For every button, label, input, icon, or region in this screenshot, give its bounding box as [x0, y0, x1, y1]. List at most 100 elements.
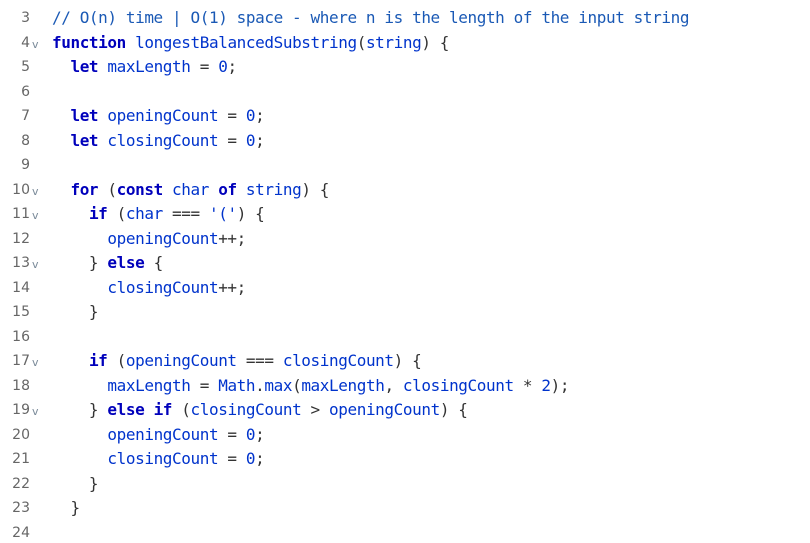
code-text: }: [52, 472, 99, 497]
code-token: =: [218, 106, 246, 125]
code-token: 0: [245, 449, 256, 468]
code-token: .: [255, 375, 265, 395]
code-text: maxLength = Math.max(maxLength, closingC…: [52, 374, 569, 399]
code-line[interactable]: 7 let openingCount = 0;: [0, 104, 810, 129]
line-number: 5: [21, 59, 30, 75]
code-token: closingCount: [107, 449, 219, 468]
code-token: ++;: [218, 277, 246, 297]
code-token: 0: [245, 130, 256, 150]
code-line[interactable]: 10 v for (const char of string) {: [0, 178, 810, 203]
code-line[interactable]: 6: [0, 80, 810, 105]
code-token: ;: [255, 449, 265, 468]
code-token: >: [301, 400, 330, 419]
code-token: =: [190, 375, 219, 395]
code-text: closingCount = 0;: [52, 447, 264, 472]
code-line[interactable]: 24: [0, 521, 810, 543]
line-number: 21: [12, 451, 30, 467]
fold-chevron-icon[interactable]: v: [32, 253, 44, 278]
code-text: for (const char of string) {: [52, 178, 329, 203]
line-number: 7: [21, 108, 30, 124]
code-line[interactable]: 15 }: [0, 300, 810, 325]
code-line[interactable]: 20 openingCount = 0;: [0, 423, 810, 448]
code-token: max: [264, 375, 293, 395]
code-text: openingCount++;: [52, 227, 246, 252]
code-text: } else {: [52, 251, 163, 276]
line-number: 9: [21, 157, 30, 173]
code-token: ++;: [218, 228, 246, 248]
code-line[interactable]: 17 v if (openingCount === closingCount) {: [0, 349, 810, 374]
code-token: }: [52, 302, 99, 321]
code-token: ) {: [439, 400, 468, 419]
line-number: 8: [21, 132, 30, 149]
code-line[interactable]: 4 v function longestBalancedSubstring(stri…: [0, 31, 810, 56]
code-token: char: [125, 204, 163, 223]
code-token: *: [513, 375, 542, 395]
code-token: =: [218, 130, 246, 150]
code-line[interactable]: 9: [0, 153, 810, 178]
code-line[interactable]: 21 closingCount = 0;: [0, 447, 810, 472]
code-line[interactable]: 5 let maxLength = 0;: [0, 55, 810, 80]
code-token: =: [218, 424, 246, 444]
code-token: maxLength: [107, 57, 191, 76]
code-text: openingCount = 0;: [52, 423, 264, 448]
code-token: let: [70, 130, 99, 150]
code-token: }: [52, 253, 108, 272]
code-token: closingCount: [107, 130, 219, 150]
code-token: maxLength: [107, 375, 191, 395]
code-token: 0: [245, 424, 256, 444]
code-line[interactable]: 14 closingCount++;: [0, 276, 810, 301]
code-token: else: [107, 400, 145, 419]
code-line[interactable]: 16: [0, 325, 810, 350]
code-text: if (openingCount === closingCount) {: [52, 349, 422, 374]
code-line[interactable]: 13 v } else {: [0, 251, 810, 276]
code-line[interactable]: 12 openingCount++;: [0, 227, 810, 252]
code-token: const: [116, 179, 164, 199]
code-token: closingCount: [402, 375, 514, 395]
code-token: Math: [218, 375, 256, 395]
code-token: {: [144, 253, 164, 272]
code-token: '(': [208, 204, 237, 223]
code-token: 0: [245, 106, 256, 125]
code-line[interactable]: 22 }: [0, 472, 810, 497]
code-token: openingCount: [107, 106, 219, 125]
code-token: if: [88, 204, 108, 223]
code-token: openingCount: [107, 424, 219, 444]
line-number: 19: [12, 402, 30, 418]
code-text: function longestBalancedSubstring(string…: [52, 31, 449, 56]
code-line[interactable]: 8 let closingCount = 0;: [0, 129, 810, 154]
code-token: ;: [255, 130, 265, 150]
fold-chevron-icon[interactable]: v: [32, 33, 44, 58]
fold-chevron-icon[interactable]: v: [32, 400, 44, 425]
code-text: let maxLength = 0;: [52, 55, 237, 80]
code-line[interactable]: 11 v if (char === '(') {: [0, 202, 810, 227]
code-token: (: [107, 204, 127, 223]
code-token: if: [153, 400, 173, 419]
fold-chevron-icon[interactable]: v: [32, 351, 44, 376]
code-token: ;: [255, 106, 265, 125]
fold-chevron-icon[interactable]: v: [32, 204, 44, 229]
code-token: ) {: [393, 351, 422, 370]
code-token: (: [356, 32, 367, 52]
code-editor[interactable]: 3 // O(n) time | O(1) space - where n is …: [0, 0, 810, 543]
code-token: closingCount: [107, 277, 219, 297]
code-line[interactable]: 3 // O(n) time | O(1) space - where n is …: [0, 6, 810, 31]
code-token: openingCount: [107, 228, 219, 248]
code-line[interactable]: 23 }: [0, 496, 810, 521]
code-text: // O(n) time | O(1) space - where n is t…: [52, 6, 689, 31]
code-text: }: [52, 496, 80, 521]
line-number: 14: [12, 279, 30, 296]
fold-chevron-icon[interactable]: v: [32, 180, 44, 205]
code-token: function: [52, 32, 126, 52]
code-line[interactable]: 18 maxLength = Math.max(maxLength, closi…: [0, 374, 810, 399]
code-line[interactable]: 19 v } else if (closingCount > openingCou…: [0, 398, 810, 423]
code-token: let: [70, 57, 99, 76]
code-token: }: [52, 400, 108, 419]
